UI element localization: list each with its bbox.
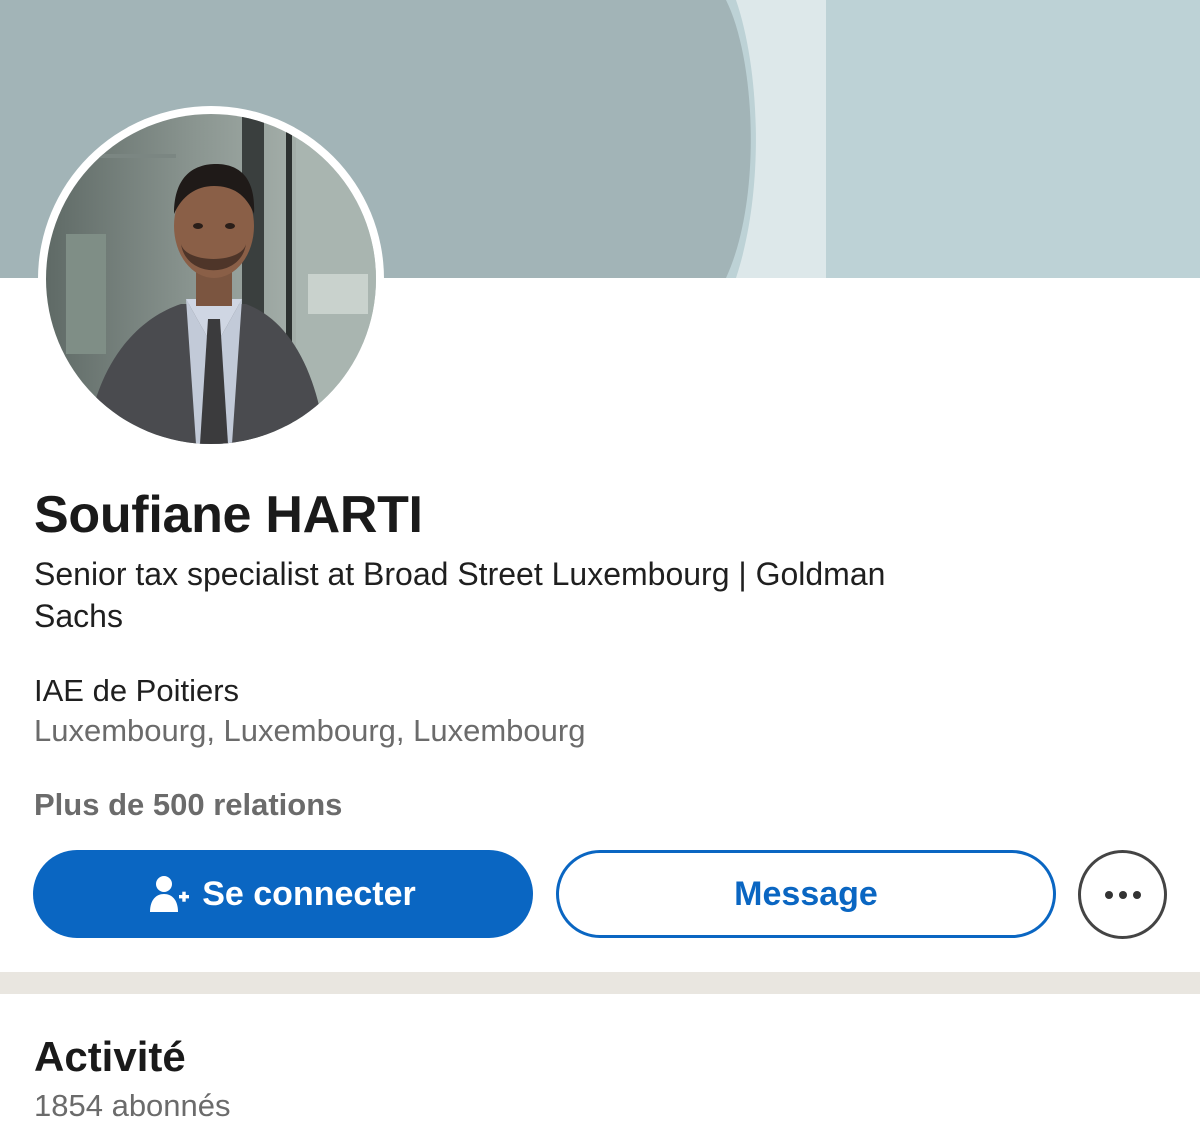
connect-button[interactable]: Se connecter — [33, 850, 533, 938]
message-label: Message — [734, 874, 878, 913]
profile-photo — [46, 114, 376, 444]
profile-page: Soufiane HARTI Senior tax specialist at … — [0, 0, 1200, 1136]
profile-name: Soufiane HARTI — [34, 486, 423, 544]
profile-location: Luxembourg, Luxembourg, Luxembourg — [34, 713, 586, 748]
connect-label: Se connecter — [202, 874, 416, 913]
add-person-icon — [150, 874, 190, 914]
profile-headline: Senior tax specialist at Broad Street Lu… — [34, 556, 886, 634]
avatar[interactable] — [38, 106, 384, 452]
more-button[interactable] — [1078, 850, 1167, 939]
profile-school[interactable]: IAE de Poitiers — [34, 671, 239, 711]
activity-title: Activité — [34, 1033, 186, 1080]
followers-count: 1854 abonnés — [34, 1088, 231, 1123]
message-button[interactable]: Message — [556, 850, 1056, 938]
ellipsis-icon — [1104, 890, 1141, 899]
section-divider — [0, 972, 1200, 994]
connections-count[interactable]: Plus de 500 relations — [34, 785, 342, 825]
